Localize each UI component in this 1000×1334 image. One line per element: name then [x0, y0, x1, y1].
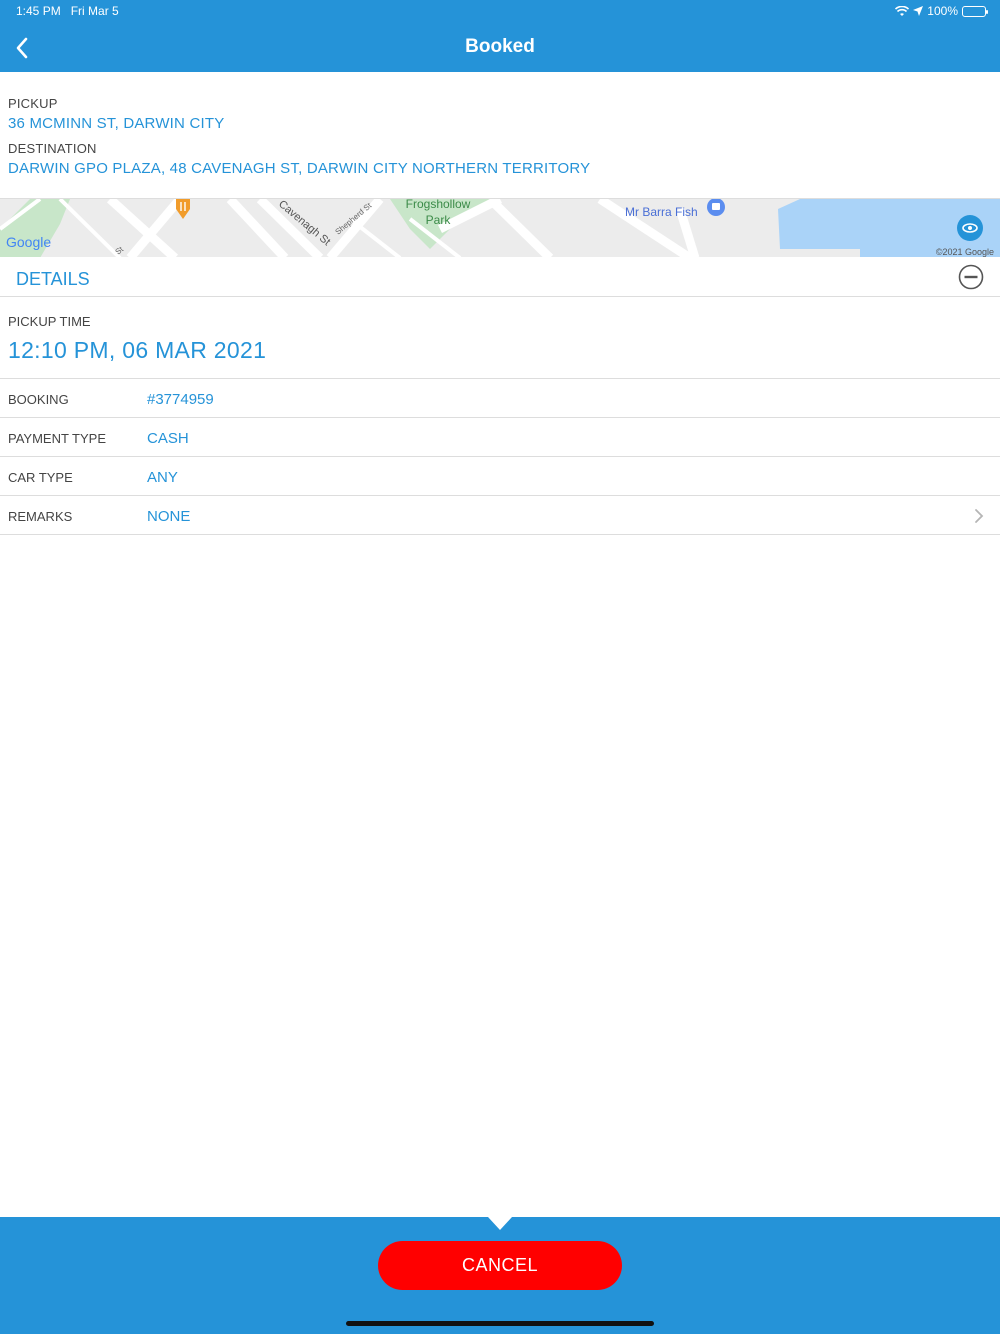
chevron-right-icon [975, 509, 984, 523]
row-key: BOOKING [8, 392, 69, 407]
map-label-park: Frogshollow [406, 199, 471, 211]
google-logo: Google [6, 234, 51, 250]
home-indicator [346, 1321, 654, 1326]
route-map[interactable]: Frogshollow Park Mr Barra Fish Cavenagh … [0, 198, 1000, 257]
page-title: Booked [465, 36, 535, 57]
battery-percent: 100% [927, 4, 958, 18]
row-value: NONE [147, 508, 191, 525]
row-key: PAYMENT TYPE [8, 431, 107, 446]
row-value: CASH [147, 430, 189, 447]
pickup-section: PICKUP 36 MCMINN ST, DARWIN CITY [8, 96, 224, 132]
row-key: REMARKS [8, 509, 73, 524]
status-date: Fri Mar 5 [70, 4, 119, 18]
pickup-label: PICKUP [8, 96, 58, 111]
wifi-icon [895, 5, 910, 16]
destination-address: DARWIN GPO PLAZA, 48 CAVENAGH ST, DARWIN… [8, 160, 591, 177]
status-time-date: 1:45 PM Fri Mar 5 [16, 4, 119, 18]
payment-type-row: PAYMENT TYPE CASH [0, 418, 1000, 457]
car-type-row: CAR TYPE ANY [0, 457, 1000, 496]
details-header[interactable]: DETAILS [0, 258, 1000, 297]
map-label-park-2: Park [426, 213, 452, 227]
status-time: 1:45 PM [16, 4, 61, 18]
footer-notch [488, 1217, 512, 1230]
pickup-time-label: PICKUP TIME [8, 314, 91, 329]
street-view-icon[interactable] [957, 215, 983, 241]
cancel-button[interactable]: CANCEL [378, 1241, 622, 1290]
remarks-row[interactable]: REMARKS NONE [0, 496, 1000, 535]
collapse-minus-icon[interactable] [958, 264, 984, 290]
pickup-time-value: 12:10 PM, 06 MAR 2021 [8, 337, 267, 363]
nav-bar: 1:45 PM Fri Mar 5 100% Booked [0, 0, 1000, 72]
destination-label: DESTINATION [8, 141, 97, 156]
details-title: DETAILS [16, 269, 90, 289]
map-canvas: Frogshollow Park Mr Barra Fish Cavenagh … [0, 199, 1000, 257]
pickup-time-section: PICKUP TIME 12:10 PM, 06 MAR 2021 [0, 297, 1000, 379]
map-label-poi: Mr Barra Fish [625, 205, 698, 219]
row-key: CAR TYPE [8, 470, 73, 485]
status-indicators: 100% [895, 4, 988, 18]
pickup-address: 36 MCMINN ST, DARWIN CITY [8, 115, 225, 132]
row-value: ANY [147, 469, 178, 486]
map-copyright: ©2021 Google [936, 247, 994, 257]
booking-row: BOOKING #3774959 [0, 379, 1000, 418]
location-arrow-icon [913, 6, 924, 16]
battery-icon [962, 5, 988, 17]
row-value: #3774959 [147, 391, 214, 408]
destination-section: DESTINATION DARWIN GPO PLAZA, 48 CAVENAG… [8, 141, 590, 177]
